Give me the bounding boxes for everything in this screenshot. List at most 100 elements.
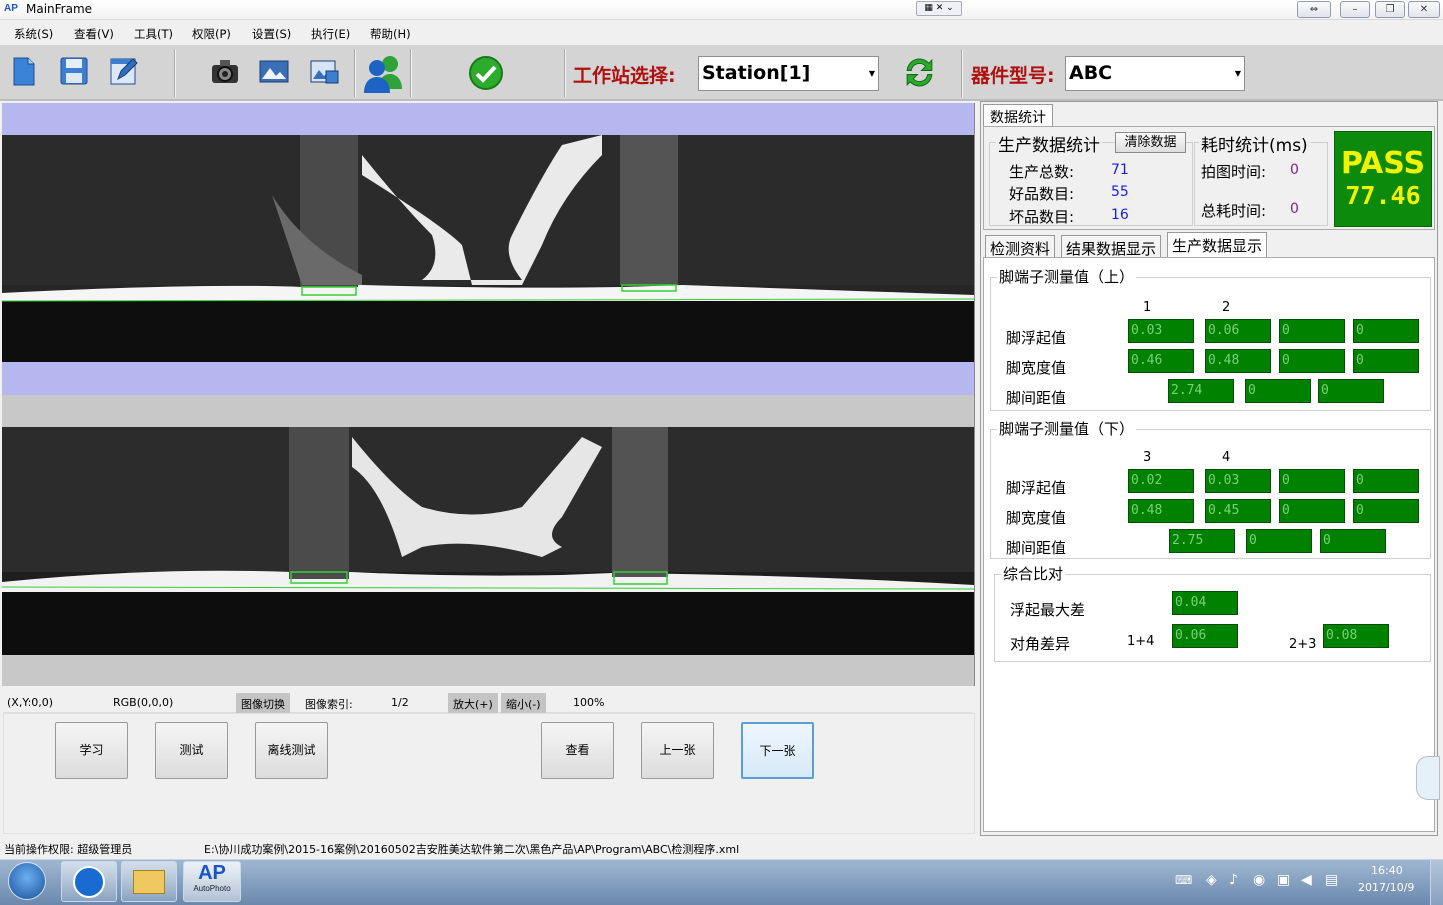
camera-image-bottom [2,427,974,655]
taskbar-teamviewer[interactable] [61,861,117,902]
taskbar-explorer[interactable] [121,861,177,902]
new-document-icon[interactable] [9,55,41,87]
clear-data-button[interactable]: 清除数据 [1115,132,1186,153]
lower-pitch-2: 0 [1246,529,1312,553]
status-bar: 当前操作权限: 超级管理员 E:\协川成功案例\2015-16案例\201605… [0,838,1000,857]
speaker-tray-icon[interactable]: ♪ [1229,872,1238,888]
upper-float-2: 0.06 [1205,319,1271,343]
bad-value: 16 [1111,207,1129,223]
shield-tray-icon[interactable]: ◈ [1206,872,1217,888]
zoom-out-button[interactable]: 缩小(-) [501,693,546,715]
menu-view[interactable]: 查看(V) [74,26,114,42]
part-select-value: ABC [1069,62,1113,84]
menu-execute[interactable]: 执行(E) [311,26,350,42]
lower-float-3: 0 [1279,469,1345,493]
diagonal-label: 对角差异 [1010,635,1071,653]
show-desktop-button[interactable] [1430,860,1443,905]
users-icon[interactable] [362,53,404,93]
autophoto-icon: AP [198,862,226,884]
tab-result-data[interactable]: 结果数据显示 [1061,235,1162,258]
taskbar-autophoto[interactable]: AP AutoPhoto [183,861,241,902]
chevron-down-icon: ▼ [1234,69,1242,78]
total-value: 71 [1111,162,1129,178]
restore-icon[interactable]: ⇔ [1297,1,1331,18]
previous-button[interactable]: 上一张 [641,722,714,779]
view-button[interactable]: 查看 [541,722,614,779]
upper-pitch-label: 脚间距值 [1006,389,1067,407]
production-stats-title: 生产数据统计 [996,131,1102,156]
tab-inspection-data[interactable]: 检测资料 [985,235,1056,258]
diagonal-b-value: 0.08 [1323,624,1389,648]
camera-icon[interactable] [209,55,241,87]
upper-pitch-1: 2.74 [1168,379,1234,403]
lower-width-1: 0.48 [1128,499,1194,523]
offline-test-button[interactable]: 离线测试 [255,722,328,779]
window-title: MainFrame [26,2,93,16]
chevron-down-icon: ▼ [868,69,876,78]
menu-system[interactable]: 系统(S) [14,26,53,42]
next-button[interactable]: 下一张 [741,722,814,779]
autophoto-label: AutoPhoto [193,884,231,893]
folder-icon [133,870,165,894]
title-bar: AP MainFrame ▦ ✕ ⌄ ⇔ – ❐ ✕ [0,0,1443,20]
upper-pitch-2: 0 [1245,379,1311,403]
keyboard-tray-icon[interactable]: ⌨ [1175,873,1192,887]
edit-icon[interactable] [108,55,140,87]
total-label: 生产总数: [1009,163,1075,181]
menu-settings[interactable]: 设置(S) [252,26,291,42]
control-panel [3,713,975,834]
total-time-label: 总耗时间: [1201,202,1267,220]
close-icon[interactable]: ✕ [1408,1,1440,18]
lower-float-1: 0.02 [1128,469,1194,493]
image-icon[interactable] [258,55,290,87]
layout-grid-icon[interactable]: ▦ ✕ ⌄ [916,1,962,16]
tab-statistics[interactable]: 数据统计 [983,104,1053,126]
minimize-icon[interactable]: – [1340,1,1370,18]
side-handle-icon[interactable] [1416,756,1440,800]
refresh-icon[interactable] [901,54,938,91]
image-switch-button[interactable]: 图像切换 [236,693,290,715]
max-float-label: 浮起最大差 [1010,601,1086,619]
max-float-value: 0.04 [1172,591,1238,615]
volume-tray-icon[interactable]: ◀ [1301,872,1312,888]
learn-button[interactable]: 学习 [55,722,128,779]
lower-pitch-3: 0 [1320,529,1386,553]
station-select[interactable]: Station[1] ▼ [698,56,879,91]
test-button[interactable]: 测试 [155,722,228,779]
diagonal-b-label: 2+3 [1289,637,1317,652]
zoom-in-button[interactable]: 放大(+) [448,693,498,715]
station-select-value: Station[1] [702,62,811,84]
upper-col-2: 2 [1222,300,1231,315]
lower-float-2: 0.03 [1205,469,1271,493]
result-score: 77.46 [1345,181,1421,210]
cursor-xy: (X,Y:0,0) [7,696,54,709]
time-stats-title: 耗时统计(ms) [1199,131,1310,156]
upper-width-3: 0 [1279,349,1345,373]
menu-tools[interactable]: 工具(T) [134,26,173,42]
menu-bar: 系统(S) 查看(V) 工具(T) 权限(P) 设置(S) 执行(E) 帮助(H… [0,21,1443,45]
save-icon[interactable] [58,55,90,87]
upper-width-label: 脚宽度值 [1006,359,1067,377]
image-index-label: 图像索引: [305,698,353,711]
lower-width-2: 0.45 [1205,499,1271,523]
permission-status: 当前操作权限: 超级管理员 [4,843,133,856]
image-info-bar: (X,Y:0,0) RGB(0,0,0) 图像切换 图像索引: 1/2 放大(+… [3,689,972,715]
tab-production-data[interactable]: 生产数据显示 [1167,232,1268,258]
lower-pitch-1: 2.75 [1169,529,1235,553]
part-label: 器件型号: [971,65,1055,87]
maximize-icon[interactable]: ❐ [1375,1,1405,18]
network-tray-icon[interactable]: ◉ [1253,872,1265,888]
display-tray-icon[interactable]: ▤ [1325,872,1338,888]
ime-tray-icon[interactable]: ▣ [1277,872,1290,888]
menu-permission[interactable]: 权限(P) [192,26,231,42]
part-select[interactable]: ABC ▼ [1065,56,1245,91]
zoom-level: 100% [573,696,605,709]
check-icon[interactable] [468,55,504,91]
image-save-icon[interactable] [308,55,340,87]
image-view[interactable] [2,103,975,686]
camera-image-top [2,135,974,362]
start-icon[interactable] [8,862,46,900]
menu-help[interactable]: 帮助(H) [370,26,411,42]
diagonal-a-label: 1+4 [1127,634,1155,649]
clock-date: 2017/10/9 [1358,881,1415,894]
